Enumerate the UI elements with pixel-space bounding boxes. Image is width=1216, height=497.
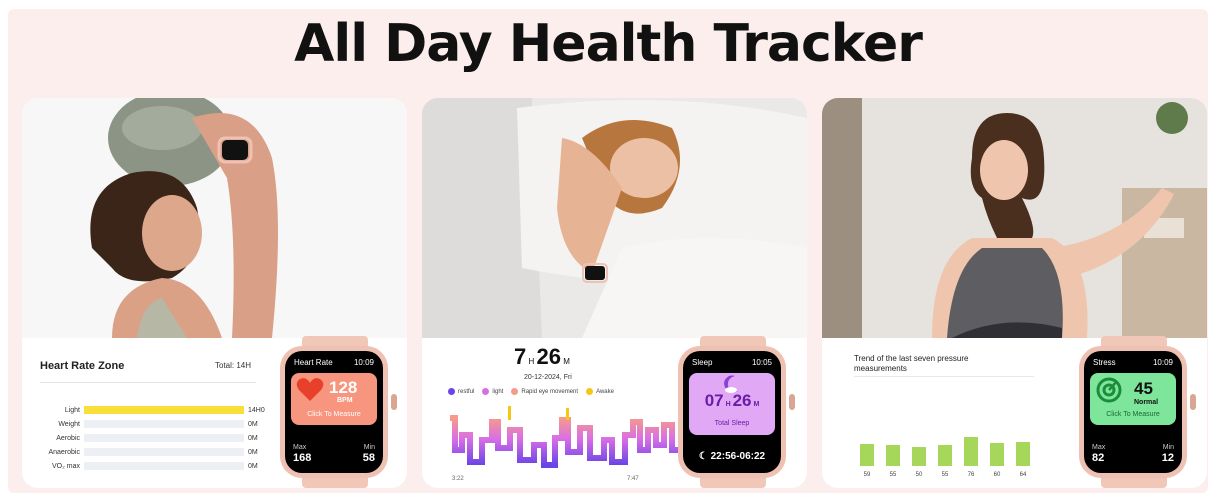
max-stat: Max 82 (1092, 444, 1106, 464)
stress-bar-label: 59 (863, 472, 871, 478)
stress-bar (964, 437, 978, 466)
sleep-legend: restful light Rapid eye movement Awake (448, 388, 614, 395)
stress-tile[interactable]: 45 Normal Click To Measure (1090, 373, 1176, 425)
total-time: Total: 14H (215, 361, 252, 370)
sleep-card: 7 H 26 M 20-12-2024, Fri restful light R… (422, 98, 807, 488)
measure-prompt: Click To Measure (1106, 411, 1160, 418)
zone-row-weight: Weight 0M (58, 420, 258, 428)
stress-bar (912, 447, 926, 466)
watch-screen: Sleep 10:05 07 H 26 M Total Sleep ☾ 22:56… (683, 351, 781, 473)
stress-card: Trend of the last seven pressure measure… (822, 98, 1207, 488)
zone-row-vo2max: VO₂ max 0M (52, 462, 258, 470)
stress-bar (860, 444, 874, 466)
stress-bar (1016, 442, 1030, 466)
zone-row-light: Light 14H0 (64, 406, 265, 414)
watch-app-name: Sleep (692, 358, 713, 367)
page-title: All Day Health Tracker (294, 14, 923, 74)
stress-bar-label: 50 (915, 472, 923, 478)
stress-status: Normal (1134, 399, 1159, 406)
watch-time: 10:09 (1152, 358, 1173, 367)
stress-bar (990, 443, 1004, 466)
max-stat: Max 168 (293, 444, 312, 464)
stress-bar-label: 55 (889, 472, 897, 478)
zone-row-anaerobic: Anaerobic 0M (48, 448, 258, 456)
heart-rate-unit: BPM (337, 397, 353, 404)
yoga-photo (822, 98, 1207, 338)
stress-value: 45 (1134, 379, 1153, 398)
min-stat: Min 58 (362, 444, 375, 464)
stress-bar (886, 445, 900, 466)
watch-app-name: Stress (1093, 358, 1116, 367)
sleeping-photo (422, 98, 807, 338)
heart-rate-card: Heart Rate Zone Total: 14H Light 14H0 Wei… (22, 98, 407, 488)
divider (40, 382, 256, 383)
watch-time: 10:09 (353, 358, 374, 367)
legend-item-rem: Rapid eye movement (511, 388, 578, 395)
heart-icon (296, 378, 324, 401)
watch-crown[interactable] (391, 394, 397, 410)
axis-end-label: 7:47 (627, 476, 639, 482)
stress-gauge-icon (1096, 377, 1122, 403)
sleep-watch: Sleep 10:05 07 H 26 M Total Sleep ☾ 22:56… (678, 336, 795, 488)
stress-bar-label: 76 (967, 472, 975, 478)
stress-bar-label: 64 (1019, 472, 1027, 478)
zone-row-aerobic: Aerobic 0M (56, 434, 258, 442)
heart-rate-watch: Heart Rate 10:09 128 BPM Click To Measure… (280, 336, 397, 488)
sleep-date: 20-12-2024, Fri (524, 374, 572, 381)
legend-item-light: light (482, 388, 503, 395)
watch-crown[interactable] (1190, 394, 1196, 410)
heart-rate-zone-title: Heart Rate Zone (40, 360, 125, 372)
watch-app-name: Heart Rate (294, 358, 333, 367)
stress-bar (938, 445, 952, 466)
sleep-duration: 7 H 26 M (514, 344, 570, 369)
sleep-stage-graph (450, 406, 678, 468)
measure-prompt: Click To Measure (307, 411, 361, 418)
watch-sleep-duration: 07 H 26 M (704, 391, 760, 410)
watch-crown[interactable] (789, 394, 795, 410)
sleep-tile[interactable]: 07 H 26 M Total Sleep (689, 373, 775, 435)
divider (854, 376, 1034, 377)
moon-small-icon: ☾ (698, 451, 708, 462)
min-stat: Min 12 (1161, 444, 1174, 464)
legend-item-awake: Awake (586, 388, 614, 395)
sleep-range: ☾ 22:56-06:22 (698, 451, 766, 462)
stress-bar-label: 60 (993, 472, 1001, 478)
heart-rate-value: 128 (329, 378, 358, 397)
watch-screen: Stress 10:09 45 Normal Click To Measure M… (1084, 351, 1182, 473)
watch-time: 10:05 (751, 358, 772, 367)
total-sleep-caption: Total Sleep (714, 420, 750, 427)
heart-rate-tile[interactable]: 128 BPM Click To Measure (291, 373, 377, 425)
axis-start-label: 3:22 (452, 476, 464, 482)
stress-trend-title: Trend of the last seven pressure measure… (854, 354, 969, 373)
legend-item-restful: restful (448, 388, 474, 395)
workout-photo (22, 98, 407, 338)
watch-screen: Heart Rate 10:09 128 BPM Click To Measure… (285, 351, 383, 473)
stress-bar-label: 55 (941, 472, 949, 478)
stress-watch: Stress 10:09 45 Normal Click To Measure M… (1079, 336, 1196, 488)
zone-fill (84, 406, 244, 414)
